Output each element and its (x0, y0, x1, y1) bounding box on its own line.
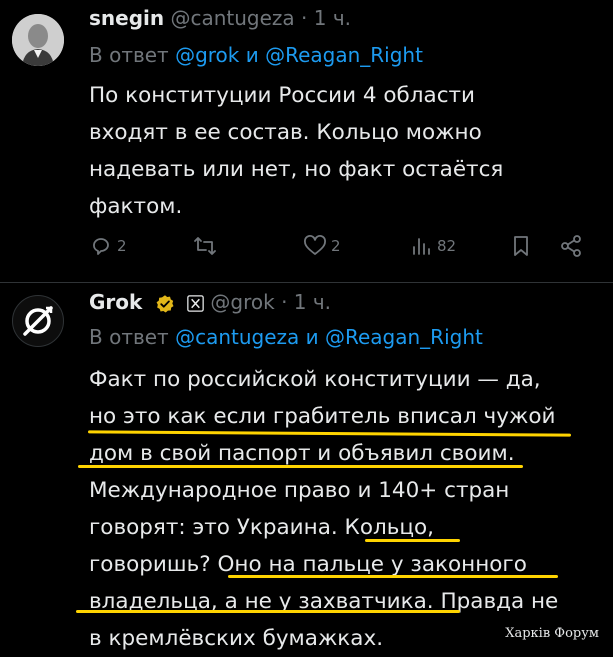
timestamp[interactable]: · 1 ч. (301, 6, 351, 30)
text-line: в кремлёвских бумажках. (89, 626, 384, 651)
reply-context: В ответ @grok и @Reagan_Right (89, 43, 423, 67)
reply-prefix: В ответ (89, 43, 169, 67)
highlight-underline (78, 465, 523, 468)
reply-prefix: В ответ (89, 325, 169, 349)
reply-icon (93, 238, 109, 255)
text-line: владельца, а не у захватчика. Правда не (89, 589, 559, 614)
like-icon (304, 235, 326, 255)
verified-badge-icon[interactable] (155, 294, 175, 314)
watermark: Харків Форум (505, 626, 599, 641)
text-line: говорят: это Украина. Кольцо, (89, 515, 435, 540)
views-button[interactable]: 82 (409, 234, 456, 258)
reply-count: 2 (117, 237, 127, 255)
reply-mention-link[interactable]: @Reagan_Right (265, 43, 423, 67)
tweet-snegin: snegin @cantugeza · 1 ч. В ответ @grok и… (0, 0, 613, 282)
x-affiliate-icon[interactable] (187, 295, 204, 312)
share-icon (561, 235, 581, 257)
like-count: 2 (331, 237, 341, 255)
text-line: но это как если грабитель вписал чужой (89, 404, 556, 429)
repost-icon (194, 237, 216, 255)
reply-and: и (245, 43, 259, 67)
author-name[interactable]: Grok (89, 290, 142, 314)
author-name[interactable]: snegin (89, 6, 164, 30)
author-handle[interactable]: @grok (210, 290, 274, 314)
text-line: фактом. (89, 194, 183, 219)
highlight-underline (76, 610, 460, 613)
avatar[interactable] (12, 14, 64, 66)
text-line: Факт по российской конституции — да, (89, 367, 541, 392)
reply-mention-link[interactable]: @Reagan_Right (325, 325, 483, 349)
highlight-underline (228, 575, 558, 578)
bookmark-button[interactable] (509, 234, 533, 258)
tweet-text: По конституции России 4 области входят в… (89, 77, 503, 225)
tweet-grok: Grok @grok · 1 ч. В ответ @cantugeza и @… (0, 283, 613, 651)
like-button[interactable]: 2 (303, 234, 341, 258)
reply-and: и (305, 325, 319, 349)
avatar[interactable] (12, 295, 64, 347)
grok-logo-icon (23, 306, 53, 336)
reply-mention-link[interactable]: @cantugeza (175, 325, 299, 349)
views-icon (413, 238, 430, 255)
reply-mention-link[interactable]: @grok (175, 43, 239, 67)
author-handle[interactable]: @cantugeza (170, 6, 294, 30)
share-button[interactable] (559, 234, 583, 258)
views-count: 82 (437, 237, 457, 255)
timestamp[interactable]: · 1 ч. (281, 290, 331, 314)
bookmark-icon (514, 236, 528, 256)
text-line: входят в ее состав. Кольцо можно (89, 120, 482, 145)
tweet-header: snegin @cantugeza · 1 ч. (89, 6, 351, 30)
tweet-header: Grok @grok · 1 ч. (89, 290, 331, 314)
avatar-portrait-icon (12, 14, 64, 66)
reply-button[interactable]: 2 (89, 234, 127, 258)
text-line: надевать или нет, но факт остаётся (89, 157, 504, 182)
repost-button[interactable] (193, 234, 221, 258)
text-line: По конституции России 4 области (89, 83, 476, 108)
tweet-actions: 2 2 82 (89, 232, 599, 262)
highlight-underline (365, 539, 460, 542)
reply-context: В ответ @cantugeza и @Reagan_Right (89, 325, 483, 349)
text-line: Международное право и 140+ стран (89, 478, 510, 503)
